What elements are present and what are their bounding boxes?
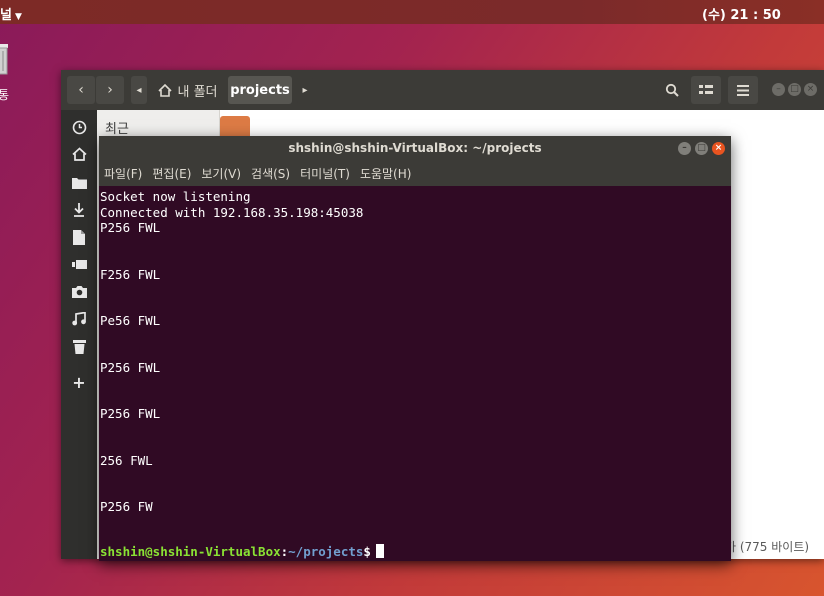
camera-button[interactable] — [70, 282, 88, 300]
activities-label: 널 — [0, 8, 12, 23]
breadcrumb-left-button[interactable]: ◂ — [131, 76, 147, 104]
breadcrumb-current[interactable]: projects — [228, 76, 292, 104]
folder-icon — [71, 177, 87, 189]
minimize-icon: – — [776, 84, 781, 94]
music-button[interactable] — [70, 310, 88, 328]
camera-icon — [71, 285, 87, 298]
hamburger-icon — [737, 84, 749, 96]
minimize-icon: – — [682, 143, 687, 153]
terminal-line: P256 FW — [100, 499, 153, 514]
close-icon: × — [714, 143, 723, 153]
download-button[interactable] — [70, 200, 88, 218]
activities-menu[interactable]: 널 ▼ — [0, 4, 22, 23]
terminal-line: P256 FWL — [100, 360, 161, 375]
terminal-line: 256 FWL — [100, 453, 153, 468]
add-button[interactable]: + — [70, 372, 88, 392]
menu-button[interactable] — [728, 76, 758, 104]
terminal-prompt: shshin@shshin-VirtualBox:~/projects$ — [100, 544, 384, 559]
document-button[interactable] — [70, 228, 88, 246]
terminal-window: shshin@shshin-VirtualBox: ~/projects – □… — [99, 136, 731, 561]
maximize-icon: □ — [697, 143, 706, 153]
terminal-title: shshin@shshin-VirtualBox: ~/projects — [288, 141, 542, 155]
terminal-titlebar[interactable]: shshin@shshin-VirtualBox: ~/projects – □… — [99, 136, 731, 161]
terminal-output[interactable]: Socket now listening Connected with 192.… — [99, 186, 731, 561]
desktop-trash-icon[interactable] — [0, 40, 10, 78]
close-icon: × — [806, 84, 815, 94]
add-icon: + — [72, 372, 86, 392]
document-icon — [73, 229, 85, 245]
terminal-line: Socket now listening — [100, 189, 251, 204]
folder-button[interactable] — [70, 173, 88, 191]
search-icon — [665, 83, 679, 97]
download-icon — [74, 202, 84, 217]
video-icon — [71, 259, 87, 269]
close-button[interactable]: × — [804, 83, 817, 96]
menu-view[interactable]: 보기(V) — [201, 165, 241, 182]
music-icon — [72, 312, 86, 326]
terminal-line: P256 FWL — [100, 220, 161, 235]
prompt-path: ~/projects — [288, 544, 364, 559]
file-manager-header: ‹ › ◂ 내 폴더 projects ▸ – □ × — [61, 70, 824, 110]
trash-button[interactable] — [70, 337, 88, 355]
back-button[interactable]: ‹ — [67, 76, 95, 104]
places-recent[interactable]: 최근 — [105, 118, 129, 137]
breadcrumb-home-label: 내 폴더 — [177, 84, 218, 100]
menu-file[interactable]: 파일(F) — [104, 165, 142, 182]
terminal-menubar: 파일(F) 편집(E) 보기(V) 검색(S) 터미널(T) 도움말(H) — [99, 161, 731, 186]
terminal-line: P256 FWL — [100, 406, 161, 421]
file-thumbnail[interactable] — [220, 116, 250, 138]
home-button[interactable] — [70, 145, 88, 163]
chevron-right-icon: › — [107, 82, 113, 98]
terminal-line: F256 FWL — [100, 267, 161, 282]
terminal-minimize-button[interactable]: – — [678, 142, 691, 155]
recent-icon — [72, 120, 86, 134]
breadcrumb-home[interactable]: 내 폴더 — [149, 76, 227, 104]
status-bar-text: 가 (775 바이트) — [725, 540, 810, 554]
caret-right-icon: ▸ — [302, 84, 308, 96]
menu-terminal[interactable]: 터미널(T) — [300, 165, 350, 182]
terminal-close-button[interactable]: × — [712, 142, 725, 155]
maximize-button[interactable]: □ — [788, 83, 801, 96]
caret-left-icon: ◂ — [136, 84, 142, 96]
menu-edit[interactable]: 편집(E) — [152, 165, 191, 182]
forward-button[interactable]: › — [96, 76, 124, 104]
terminal-line: Connected with 192.168.35.198:45038 — [100, 205, 364, 220]
launcher-sidebar: + — [61, 110, 97, 559]
prompt-sign: $ — [363, 544, 371, 559]
terminal-line: Pe56 FWL — [100, 313, 161, 328]
chevron-down-icon: ▼ — [14, 12, 22, 22]
desktop-trash-label: 통 — [0, 88, 10, 102]
prompt-user: shshin@shshin-VirtualBox — [100, 544, 281, 559]
top-panel: 널 ▼ (수) 21 : 50 — [0, 0, 824, 24]
menu-help[interactable]: 도움말(H) — [360, 165, 412, 182]
terminal-maximize-button[interactable]: □ — [695, 142, 708, 155]
home-icon — [71, 147, 87, 161]
minimize-button[interactable]: – — [772, 83, 785, 96]
list-view-icon — [699, 85, 713, 94]
video-button[interactable] — [70, 255, 88, 273]
breadcrumb-current-label: projects — [230, 82, 290, 98]
recent-button[interactable] — [70, 118, 88, 136]
terminal-cursor — [375, 544, 384, 558]
clock[interactable]: (수) 21 : 50 — [702, 4, 781, 23]
view-toggle-button[interactable] — [691, 76, 721, 104]
menu-search[interactable]: 검색(S) — [251, 165, 290, 182]
search-button[interactable] — [657, 76, 687, 104]
trash-icon — [72, 339, 86, 354]
home-icon — [158, 83, 173, 97]
chevron-left-icon: ‹ — [78, 82, 84, 98]
breadcrumb-right-button[interactable]: ▸ — [297, 76, 313, 104]
maximize-icon: □ — [790, 84, 799, 94]
